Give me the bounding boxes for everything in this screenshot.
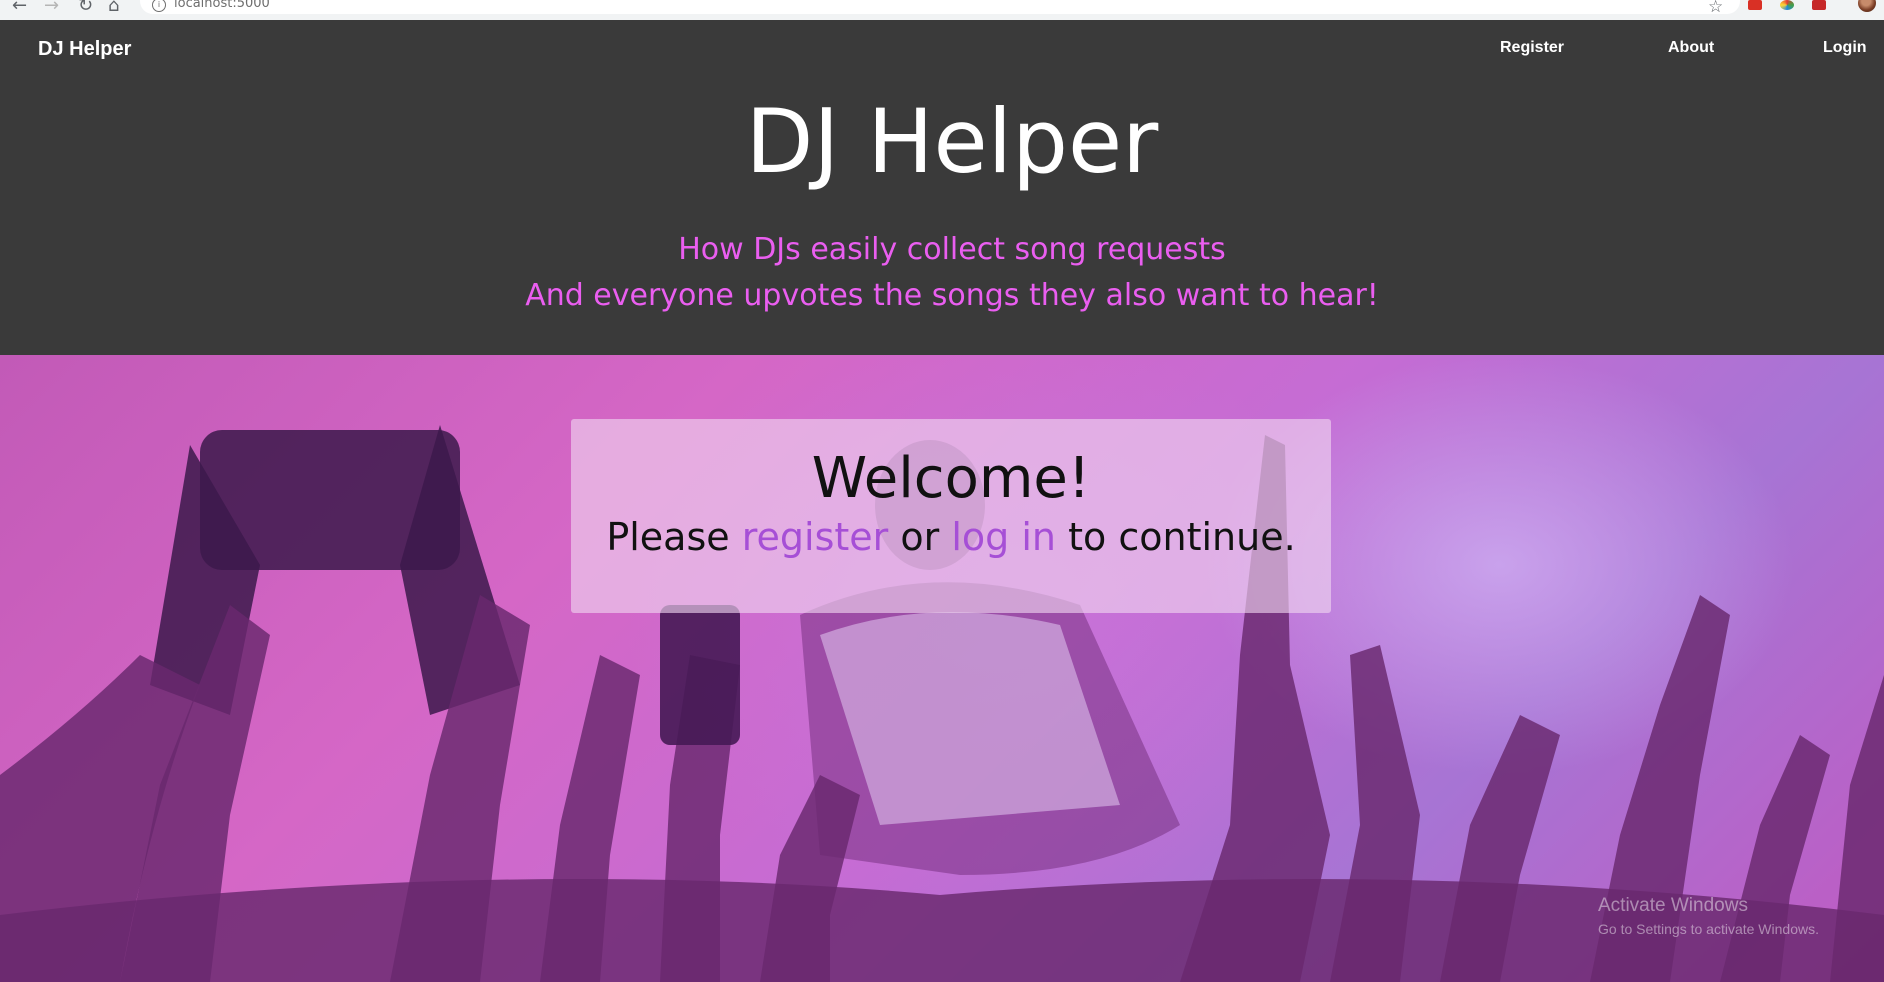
hero-concert-image: Welcome! Please register or log in to co… — [0, 355, 1884, 982]
welcome-prefix: Please — [606, 515, 730, 559]
register-link[interactable]: register — [742, 515, 889, 559]
tagline-line-1: How DJs easily collect song requests — [678, 232, 1226, 267]
login-link[interactable]: log in — [951, 515, 1056, 559]
browser-toolbar: ← → ↻ ⌂ i localhost:5000 ☆ — [0, 0, 1884, 21]
bookmark-star-icon[interactable]: ☆ — [1708, 0, 1723, 17]
nav-register[interactable]: Register — [1500, 39, 1564, 57]
profile-avatar[interactable] — [1858, 0, 1876, 12]
nav-login[interactable]: Login — [1823, 39, 1867, 57]
info-icon[interactable]: i — [152, 0, 166, 12]
welcome-middle: or — [900, 515, 940, 559]
welcome-heading: Welcome! — [811, 446, 1091, 511]
welcome-message: Please register or log in to continue. — [571, 515, 1331, 561]
activate-windows-subtitle: Go to Settings to activate Windows. — [1598, 921, 1819, 937]
site-header: DJ Helper Register About Login DJ Helper… — [0, 20, 1884, 355]
forward-arrow-icon[interactable]: → — [44, 0, 59, 16]
brand-link[interactable]: DJ Helper — [38, 38, 131, 61]
welcome-suffix: to continue. — [1068, 515, 1296, 559]
extension-icon[interactable] — [1748, 0, 1762, 10]
page-title: DJ Helper — [745, 90, 1159, 193]
back-arrow-icon[interactable]: ← — [12, 0, 27, 16]
extension-icon[interactable] — [1812, 0, 1826, 10]
color-wheel-extension-icon[interactable] — [1780, 0, 1794, 10]
reload-icon[interactable]: ↻ — [78, 0, 93, 16]
home-icon[interactable]: ⌂ — [108, 0, 119, 16]
activate-windows-title: Activate Windows — [1598, 895, 1748, 916]
address-bar[interactable]: i localhost:5000 — [140, 0, 1740, 14]
nav-about[interactable]: About — [1668, 39, 1714, 57]
address-bar-url: localhost:5000 — [174, 0, 270, 11]
welcome-card: Welcome! Please register or log in to co… — [571, 419, 1331, 613]
tagline-line-2: And everyone upvotes the songs they also… — [525, 278, 1379, 313]
